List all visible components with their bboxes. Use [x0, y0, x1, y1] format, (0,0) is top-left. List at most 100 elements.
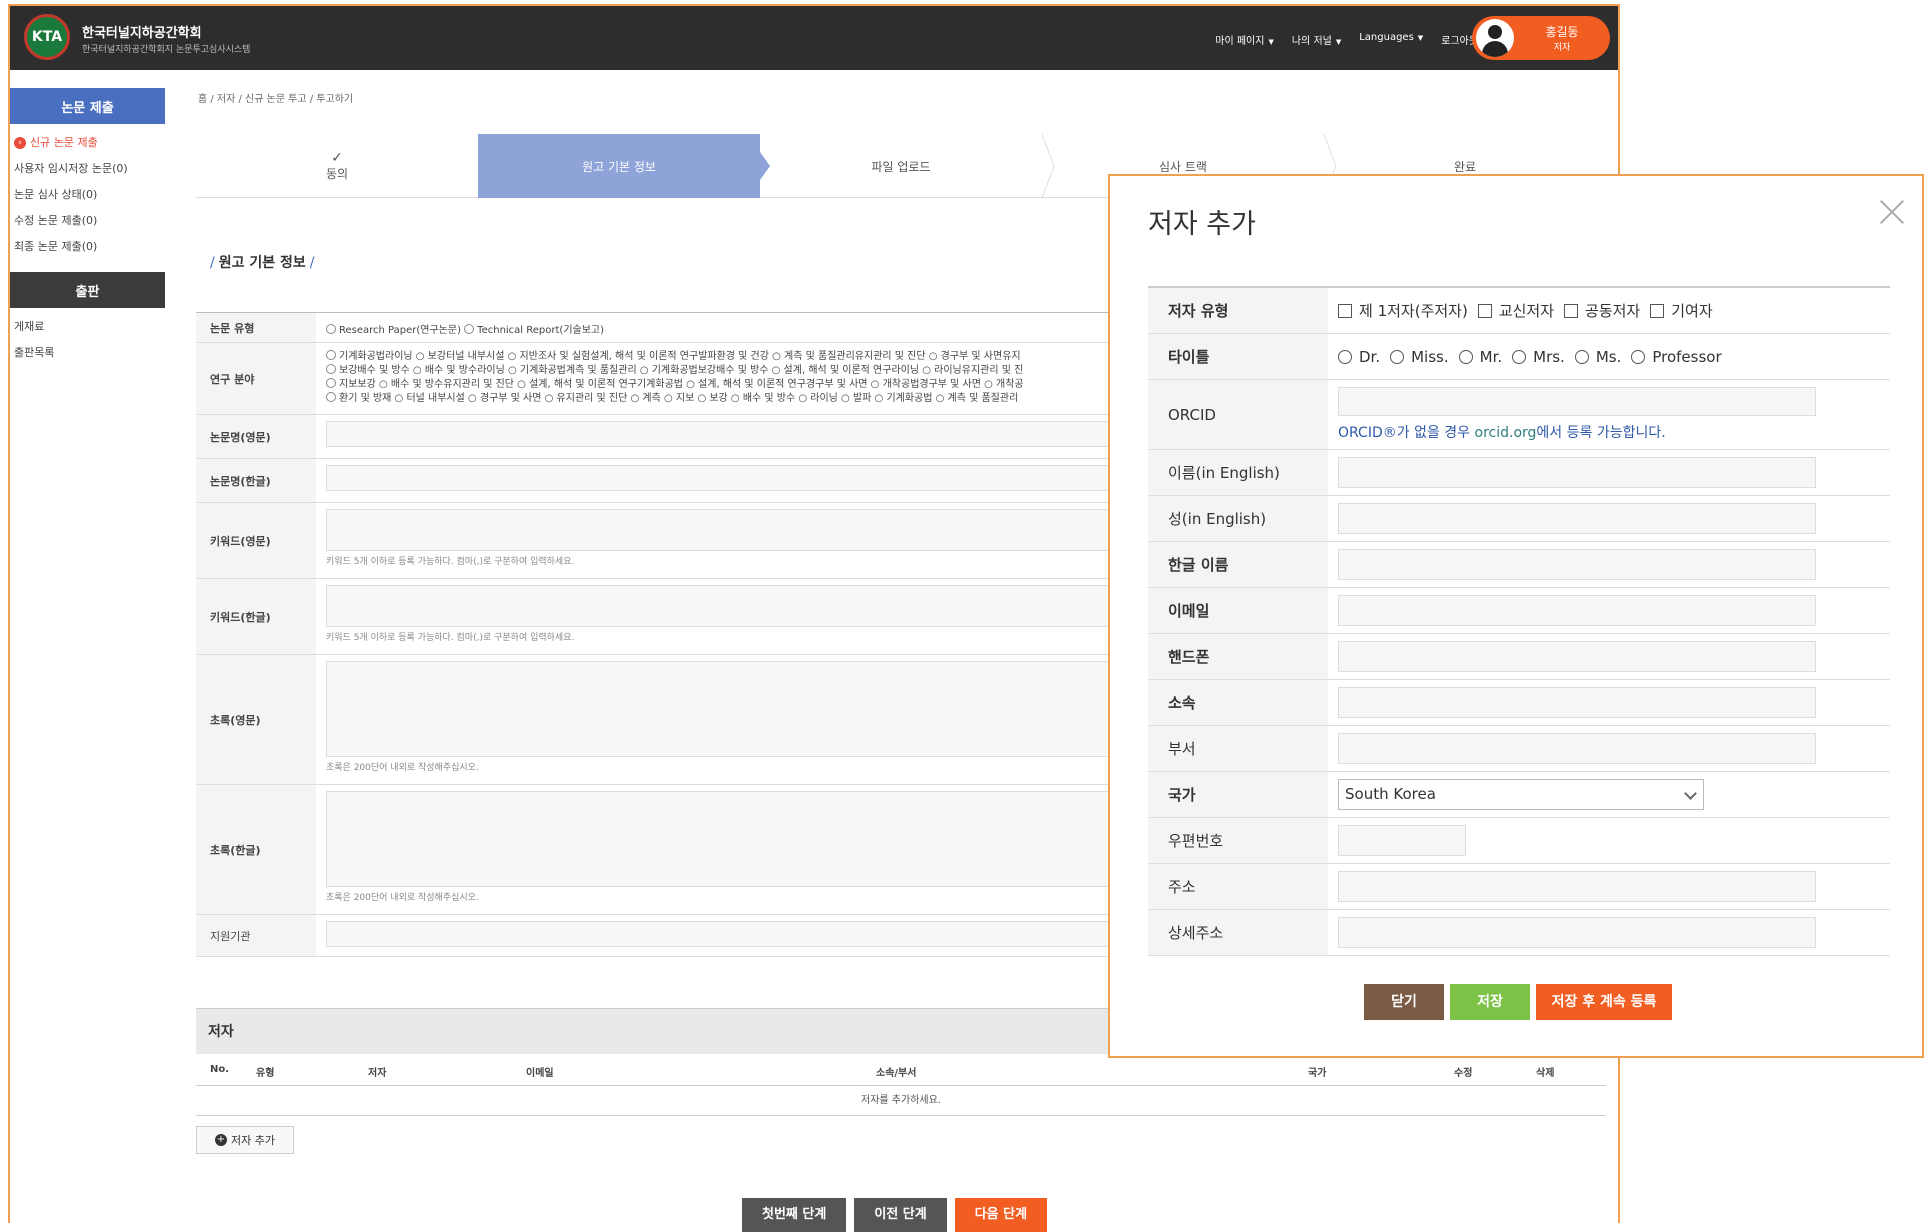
- col-delete: 삭제: [1536, 1068, 1555, 1079]
- save-button[interactable]: 저장: [1450, 984, 1530, 1020]
- sidebar-item-publications[interactable]: 출판목록: [14, 340, 170, 366]
- authors-columns: No. 유형 저자 이메일 소속/부서 국가 수정 삭제: [196, 1054, 1606, 1086]
- caret-down-icon: ▼: [1268, 38, 1274, 46]
- address-detail-input[interactable]: [1338, 917, 1816, 948]
- site-subtitle: 한국터널지하공간학회지 논문투고심사시스템: [82, 45, 251, 55]
- arrow-right-icon: ›: [14, 137, 26, 149]
- title-ko-label: 논문명(한글): [196, 459, 316, 502]
- caret-down-icon: ▼: [1335, 38, 1342, 46]
- abstract-en-label: 초록(영문): [196, 655, 316, 784]
- authors-empty-message: 저자를 추가하세요.: [196, 1086, 1606, 1116]
- phone-label: 핸드폰: [1148, 634, 1328, 679]
- email-input[interactable]: [1338, 595, 1816, 626]
- keywords-en-label: 키워드(영문): [196, 503, 316, 578]
- col-type: 유형: [256, 1068, 275, 1079]
- author-form: 저자 유형 제 1저자(주저자) 교신저자 공동저자 기여자 타이틀 Dr. M…: [1148, 286, 1890, 956]
- step-basic-info[interactable]: 원고 기본 정보: [478, 134, 760, 198]
- title-dr-radio[interactable]: Dr.: [1338, 348, 1380, 366]
- sidebar-item-revised[interactable]: 수정 논문 제출(0): [14, 208, 170, 234]
- add-author-modal: 저자 추가 저자 유형 제 1저자(주저자) 교신저자 공동저자 기여자 타이틀…: [1108, 174, 1924, 1058]
- korean-name-input[interactable]: [1338, 549, 1816, 580]
- author-type-contributor-checkbox[interactable]: 기여자: [1650, 300, 1713, 321]
- add-author-button[interactable]: + 저자 추가: [196, 1126, 294, 1154]
- sponsor-label: 지원기관: [196, 915, 316, 956]
- last-name-en-input[interactable]: [1338, 503, 1816, 534]
- sidebar-head-publish[interactable]: 출판: [10, 272, 165, 308]
- save-and-continue-button[interactable]: 저장 후 계속 등록: [1536, 984, 1672, 1020]
- sidebar-item-final[interactable]: 최종 논문 제출(0): [14, 234, 170, 260]
- nav-languages[interactable]: Languages ▼: [1359, 32, 1423, 47]
- breadcrumb: 홈 / 저자 / 신규 논문 투고 / 투고하기: [198, 94, 354, 105]
- department-input[interactable]: [1338, 733, 1816, 764]
- address-input[interactable]: [1338, 871, 1816, 902]
- plus-icon: +: [215, 1134, 227, 1146]
- title-professor-radio[interactable]: Professor: [1631, 348, 1722, 366]
- site-title: 한국터널지하공간학회: [82, 26, 202, 41]
- sidebar-item-drafts[interactable]: 사용자 임시저장 논문(0): [14, 156, 170, 182]
- research-field-label: 연구 분야: [196, 343, 316, 414]
- modal-title: 저자 추가: [1148, 209, 1256, 240]
- orcid-link[interactable]: orcid.org: [1475, 425, 1537, 441]
- orcid-input[interactable]: [1338, 387, 1816, 416]
- title-miss-radio[interactable]: Miss.: [1390, 348, 1449, 366]
- title-ms-radio[interactable]: Ms.: [1574, 348, 1621, 366]
- step-agree[interactable]: ✓ 동의: [196, 134, 478, 198]
- keywords-ko-label: 키워드(한글): [196, 579, 316, 654]
- first-name-en-label: 이름(in English): [1148, 450, 1328, 495]
- sidebar-head-submit[interactable]: 논문 제출: [10, 88, 165, 124]
- paper-type-label: 논문 유형: [196, 313, 316, 342]
- country-select[interactable]: South Korea: [1338, 779, 1704, 810]
- paper-type-technical-radio[interactable]: Technical Report(기술보고): [464, 324, 604, 336]
- caret-down-icon: ▼: [1417, 34, 1424, 42]
- sidebar-item-fee[interactable]: 게재료: [14, 314, 170, 340]
- check-icon: ✓: [331, 149, 343, 166]
- author-type-coauthor-checkbox[interactable]: 공동저자: [1564, 300, 1640, 321]
- orcid-label: ORCID: [1148, 380, 1328, 449]
- next-step-button[interactable]: 다음 단계: [954, 1198, 1048, 1232]
- sidebar-item-new-submission[interactable]: › 신규 논문 제출: [14, 130, 170, 156]
- nav-my-journal[interactable]: 나의 저널 ▼: [1292, 32, 1341, 47]
- header: KTA 한국터널지하공간학회 한국터널지하공간학회지 논문투고심사시스템 마이 …: [10, 6, 1618, 70]
- col-edit: 수정: [1454, 1068, 1473, 1079]
- author-type-first-checkbox[interactable]: 제 1저자(주저자): [1338, 300, 1468, 321]
- title-mrs-radio[interactable]: Mrs.: [1512, 348, 1565, 366]
- sidebar: 논문 제출 › 신규 논문 제출 사용자 임시저장 논문(0) 논문 심사 상태(…: [10, 70, 170, 370]
- user-role: 저자: [1553, 43, 1571, 53]
- orcid-note: ORCID®가 없을 경우 orcid.org에서 등록 가능합니다.: [1338, 425, 1666, 441]
- prev-step-button[interactable]: 이전 단계: [854, 1198, 947, 1232]
- sidebar-item-review-status[interactable]: 논문 심사 상태(0): [14, 182, 170, 208]
- chevron-down-icon: [1684, 787, 1697, 800]
- author-type-corresponding-checkbox[interactable]: 교신저자: [1477, 300, 1554, 321]
- email-label: 이메일: [1148, 588, 1328, 633]
- address-detail-label: 상세주소: [1148, 910, 1328, 955]
- modal-actions: 닫기 저장 저장 후 계속 등록: [1364, 984, 1672, 1020]
- paper-type-research-radio[interactable]: Research Paper(연구논문): [326, 324, 461, 336]
- korean-name-label: 한글 이름: [1148, 542, 1328, 587]
- department-label: 부서: [1148, 726, 1328, 771]
- step-file-upload[interactable]: 파일 업로드: [760, 134, 1042, 198]
- user-name: 홍길동: [1545, 25, 1579, 39]
- address-label: 주소: [1148, 864, 1328, 909]
- section-title: / 원고 기본 정보 /: [210, 255, 315, 271]
- first-name-en-input[interactable]: [1338, 457, 1816, 488]
- title-en-label: 논문명(영문): [196, 415, 316, 458]
- title-mr-radio[interactable]: Mr.: [1458, 348, 1502, 366]
- top-nav: 마이 페이지 ▼ 나의 저널 ▼ Languages ▼ 로그아웃: [1215, 32, 1478, 47]
- close-icon[interactable]: [1876, 196, 1908, 228]
- col-email: 이메일: [526, 1068, 554, 1079]
- col-no: No.: [210, 1064, 230, 1075]
- affiliation-input[interactable]: [1338, 687, 1816, 718]
- affiliation-label: 소속: [1148, 680, 1328, 725]
- zip-input[interactable]: [1338, 825, 1466, 856]
- phone-input[interactable]: [1338, 641, 1816, 672]
- title-label: 타이틀: [1148, 334, 1328, 379]
- site-logo[interactable]: KTA: [24, 14, 70, 60]
- user-menu[interactable]: 홍길동 저자: [1472, 16, 1610, 60]
- zip-label: 우편번호: [1148, 818, 1328, 863]
- first-step-button[interactable]: 첫번째 단계: [742, 1198, 847, 1232]
- close-button[interactable]: 닫기: [1364, 984, 1444, 1020]
- abstract-ko-label: 초록(한글): [196, 785, 316, 914]
- nav-my-page[interactable]: 마이 페이지 ▼: [1215, 32, 1274, 47]
- step-navigation: 첫번째 단계 이전 단계 다음 단계: [742, 1198, 1048, 1232]
- col-country: 국가: [1308, 1068, 1327, 1079]
